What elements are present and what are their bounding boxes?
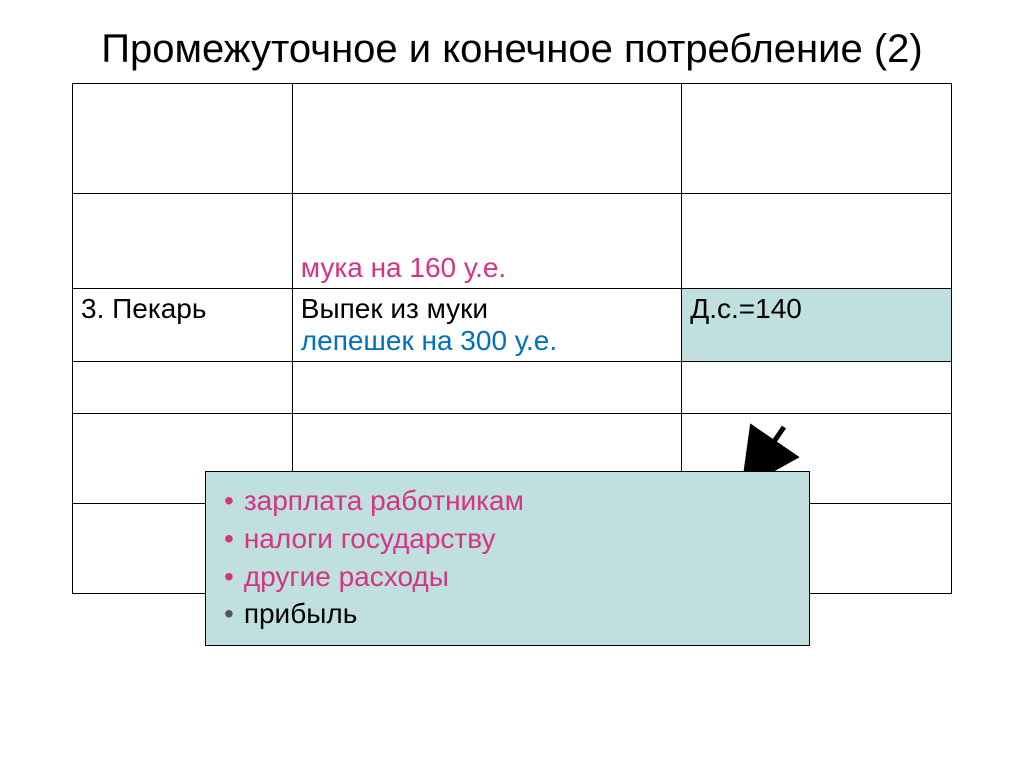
table-cell (292, 84, 681, 194)
action-prefix: Выпек из муки (301, 293, 488, 324)
table-cell (73, 84, 293, 194)
action-result: лепешек на 300 у.е. (301, 325, 557, 356)
list-item: • прибыль (224, 595, 791, 633)
table-cell (292, 362, 681, 414)
callout-box: • зарплата работникам • налоги государст… (205, 471, 810, 646)
table-cell: мука на 160 у.е. (292, 194, 681, 289)
flour-text: мука на 160 у.е. (301, 252, 506, 283)
table-cell (73, 194, 293, 289)
table-cell-action: Выпек из муки лепешек на 300 у.е. (292, 289, 681, 362)
callout-item-label: другие расходы (244, 558, 449, 596)
table-cell-baker: 3. Пекарь (73, 289, 293, 362)
callout-item-label: налоги государству (244, 520, 496, 558)
callout-item-label: прибыль (244, 595, 357, 633)
table-cell (73, 362, 293, 414)
bullet-icon: • (224, 600, 234, 628)
bullet-icon: • (224, 487, 234, 515)
list-item: • налоги государству (224, 520, 791, 558)
slide-title: Промежуточное и конечное потребление (2) (0, 0, 1024, 83)
callout-item-label: зарплата работникам (244, 482, 524, 520)
bullet-icon: • (224, 525, 234, 553)
table-cell-added-value: Д.с.=140 (682, 289, 952, 362)
table-cell (682, 362, 952, 414)
table-cell (682, 84, 952, 194)
list-item: • зарплата работникам (224, 482, 791, 520)
bullet-icon: • (224, 563, 234, 591)
table-cell (682, 194, 952, 289)
list-item: • другие расходы (224, 558, 791, 596)
